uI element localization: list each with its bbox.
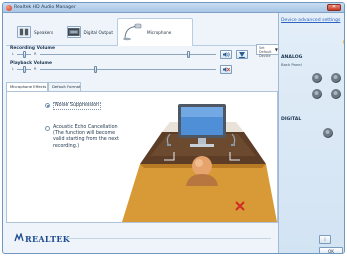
tab-microphone-label: Microphone — [147, 29, 172, 35]
playback-balance-slider[interactable] — [23, 66, 26, 73]
close-button[interactable]: ✕ — [327, 4, 341, 11]
speaker-icon — [222, 52, 230, 57]
title-bar: Realtek HD Audio Manager ✕ — [3, 3, 344, 13]
analog-jack-4-icon[interactable] — [331, 89, 341, 99]
tab-microphone-effects[interactable]: Microphone Effects — [6, 82, 48, 91]
tab-digital-output-label: Digital Output — [83, 29, 113, 35]
analog-jack-3-icon[interactable] — [312, 89, 322, 99]
set-default-device-dropdown[interactable]: Set Default Device ▼ — [256, 44, 280, 58]
effects-tabs: Microphone Effects Default Format — [6, 82, 278, 91]
footer-divider — [66, 238, 271, 239]
playback-volume-slider[interactable] — [94, 66, 97, 73]
tab-digital-output[interactable]: Digital Output — [64, 23, 116, 41]
info-button[interactable]: i — [319, 235, 331, 244]
recording-left-label: L — [12, 52, 15, 56]
microphone-effects-panel: Noise Suppression Acoustic Echo Cancella… — [6, 91, 278, 223]
noise-suppression-radio[interactable] — [45, 102, 50, 108]
window-title: Realtek HD Audio Manager — [14, 5, 76, 11]
speakers-icon — [17, 26, 31, 38]
realtek-crab-logo-icon — [14, 233, 24, 242]
digital-output-icon — [67, 26, 81, 38]
digital-jack-icon[interactable] — [323, 128, 333, 138]
noise-suppression-label: Noise Suppression — [53, 102, 102, 111]
echo-cancellation-label: Acoustic Echo Cancellation (The function… — [53, 125, 119, 149]
analog-label: ANALOG — [281, 55, 303, 60]
recording-mute-button[interactable] — [220, 50, 232, 59]
ok-button[interactable]: OK — [319, 247, 343, 253]
device-tabs: Speakers Digital Output Microphone — [6, 16, 278, 46]
recording-right-label: R — [34, 52, 37, 56]
digital-label: DIGITAL — [281, 117, 302, 122]
tab-speakers-label: Speakers — [34, 29, 54, 35]
microphone-icon — [123, 23, 142, 41]
analog-jack-1-icon[interactable] — [312, 73, 322, 83]
realtek-window: Realtek HD Audio Manager ✕ Speakers Digi… — [2, 2, 345, 254]
mic-boost-icon — [239, 51, 245, 58]
recording-volume-slider[interactable] — [187, 51, 190, 58]
recording-volume-label: Recording Volume — [10, 46, 55, 51]
realtek-brand: REALTEK — [25, 234, 71, 244]
speaker-mute-icon — [222, 67, 230, 72]
playback-left-label: L — [12, 67, 15, 71]
room-illustration — [122, 104, 277, 222]
echo-cancellation-radio[interactable] — [45, 125, 50, 131]
settings-folder-icon[interactable] — [343, 39, 344, 45]
recording-balance-slider[interactable] — [23, 51, 26, 58]
playback-mute-button[interactable] — [220, 65, 232, 74]
app-icon — [6, 5, 12, 11]
playback-volume-label: Playback Volume — [10, 61, 52, 66]
tab-speakers[interactable]: Speakers — [14, 23, 62, 41]
back-panel-label: Back Panel — [281, 62, 302, 67]
microphone-boost-button[interactable] — [236, 50, 248, 59]
echo-cancellation-option[interactable]: Acoustic Echo Cancellation (The function… — [45, 125, 125, 150]
noise-suppression-option[interactable]: Noise Suppression — [45, 102, 102, 111]
device-advanced-settings-link[interactable]: Device advanced settings — [281, 18, 341, 24]
footer-bar: REALTEK — [6, 225, 278, 253]
tab-default-format[interactable]: Default Format — [48, 82, 81, 91]
connector-settings-pane: Device advanced settings ANALOG Back Pan… — [278, 13, 344, 253]
playback-volume-track — [40, 69, 216, 70]
playback-right-label: R — [34, 67, 37, 71]
tab-microphone[interactable]: Microphone — [119, 23, 191, 41]
set-default-device-label: Set Default Device — [259, 46, 272, 58]
analog-jack-2-icon[interactable] — [331, 73, 341, 83]
